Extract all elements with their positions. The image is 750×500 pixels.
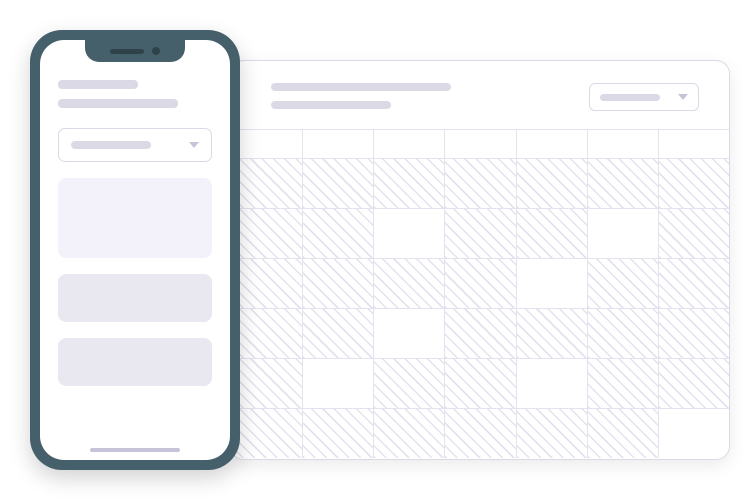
calendar-header-row: [231, 130, 729, 158]
calendar-cell[interactable]: [658, 308, 729, 358]
calendar-cell[interactable]: [302, 158, 373, 208]
calendar-header-cell: [587, 130, 658, 158]
calendar-cell[interactable]: [444, 308, 515, 358]
calendar-cell[interactable]: [302, 308, 373, 358]
dropdown-selected-label: [71, 141, 151, 149]
calendar-cell[interactable]: [373, 308, 444, 358]
calendar-cell[interactable]: [302, 208, 373, 258]
calendar-cell[interactable]: [231, 308, 302, 358]
calendar-body: [231, 158, 729, 458]
calendar-cell[interactable]: [302, 358, 373, 408]
list-item[interactable]: [58, 338, 212, 386]
calendar-cell[interactable]: [587, 208, 658, 258]
calendar-cell[interactable]: [373, 408, 444, 458]
calendar-cell[interactable]: [302, 258, 373, 308]
calendar-cell[interactable]: [231, 258, 302, 308]
calendar-header-cell: [444, 130, 515, 158]
calendar-cell[interactable]: [373, 358, 444, 408]
phone-filter-dropdown[interactable]: [58, 128, 212, 162]
calendar-cell[interactable]: [516, 408, 587, 458]
list-item[interactable]: [58, 274, 212, 322]
calendar-cell[interactable]: [231, 408, 302, 458]
calendar-cell[interactable]: [373, 158, 444, 208]
phone-subtitle: [58, 99, 178, 108]
calendar-cell[interactable]: [658, 258, 729, 308]
dropdown-selected-label: [600, 94, 660, 101]
calendar-cell[interactable]: [444, 258, 515, 308]
calendar-grid: [231, 129, 729, 458]
calendar-cell[interactable]: [587, 358, 658, 408]
calendar-cell[interactable]: [658, 158, 729, 208]
calendar-cell[interactable]: [373, 258, 444, 308]
calendar-header-cell: [658, 130, 729, 158]
calendar-cell[interactable]: [231, 358, 302, 408]
calendar-cell[interactable]: [444, 158, 515, 208]
calendar-cell[interactable]: [658, 358, 729, 408]
page-subtitle: [271, 101, 391, 109]
calendar-cell[interactable]: [444, 408, 515, 458]
phone-content: [40, 40, 230, 416]
calendar-cell[interactable]: [516, 308, 587, 358]
calendar-cell[interactable]: [231, 158, 302, 208]
calendar-cell[interactable]: [516, 358, 587, 408]
list-item[interactable]: [58, 178, 212, 258]
page-title: [271, 83, 451, 91]
calendar-cell[interactable]: [516, 158, 587, 208]
calendar-header-cell: [302, 130, 373, 158]
calendar-header-cell: [516, 130, 587, 158]
calendar-cell[interactable]: [373, 208, 444, 258]
chevron-down-icon: [189, 142, 199, 148]
desktop-window: [230, 60, 730, 460]
home-indicator: [90, 448, 180, 452]
calendar-cell[interactable]: [444, 208, 515, 258]
calendar-header-cell: [231, 130, 302, 158]
calendar-cell[interactable]: [587, 258, 658, 308]
desktop-title-group: [271, 83, 451, 109]
phone-notch: [85, 40, 185, 62]
phone-screen: [40, 40, 230, 460]
chevron-down-icon: [678, 94, 688, 100]
calendar-cell[interactable]: [231, 208, 302, 258]
calendar-cell[interactable]: [587, 158, 658, 208]
calendar-cell[interactable]: [444, 358, 515, 408]
calendar-cell[interactable]: [516, 208, 587, 258]
calendar-cell[interactable]: [658, 208, 729, 258]
calendar-cell[interactable]: [587, 308, 658, 358]
phone-title: [58, 80, 138, 89]
desktop-header: [231, 61, 729, 129]
calendar-cell[interactable]: [587, 408, 658, 458]
calendar-cell[interactable]: [516, 258, 587, 308]
phone-header: [58, 80, 212, 108]
calendar-cell[interactable]: [302, 408, 373, 458]
calendar-cell[interactable]: [658, 408, 729, 458]
desktop-filter-dropdown[interactable]: [589, 83, 699, 111]
calendar-header-cell: [373, 130, 444, 158]
phone-frame: [30, 30, 240, 470]
